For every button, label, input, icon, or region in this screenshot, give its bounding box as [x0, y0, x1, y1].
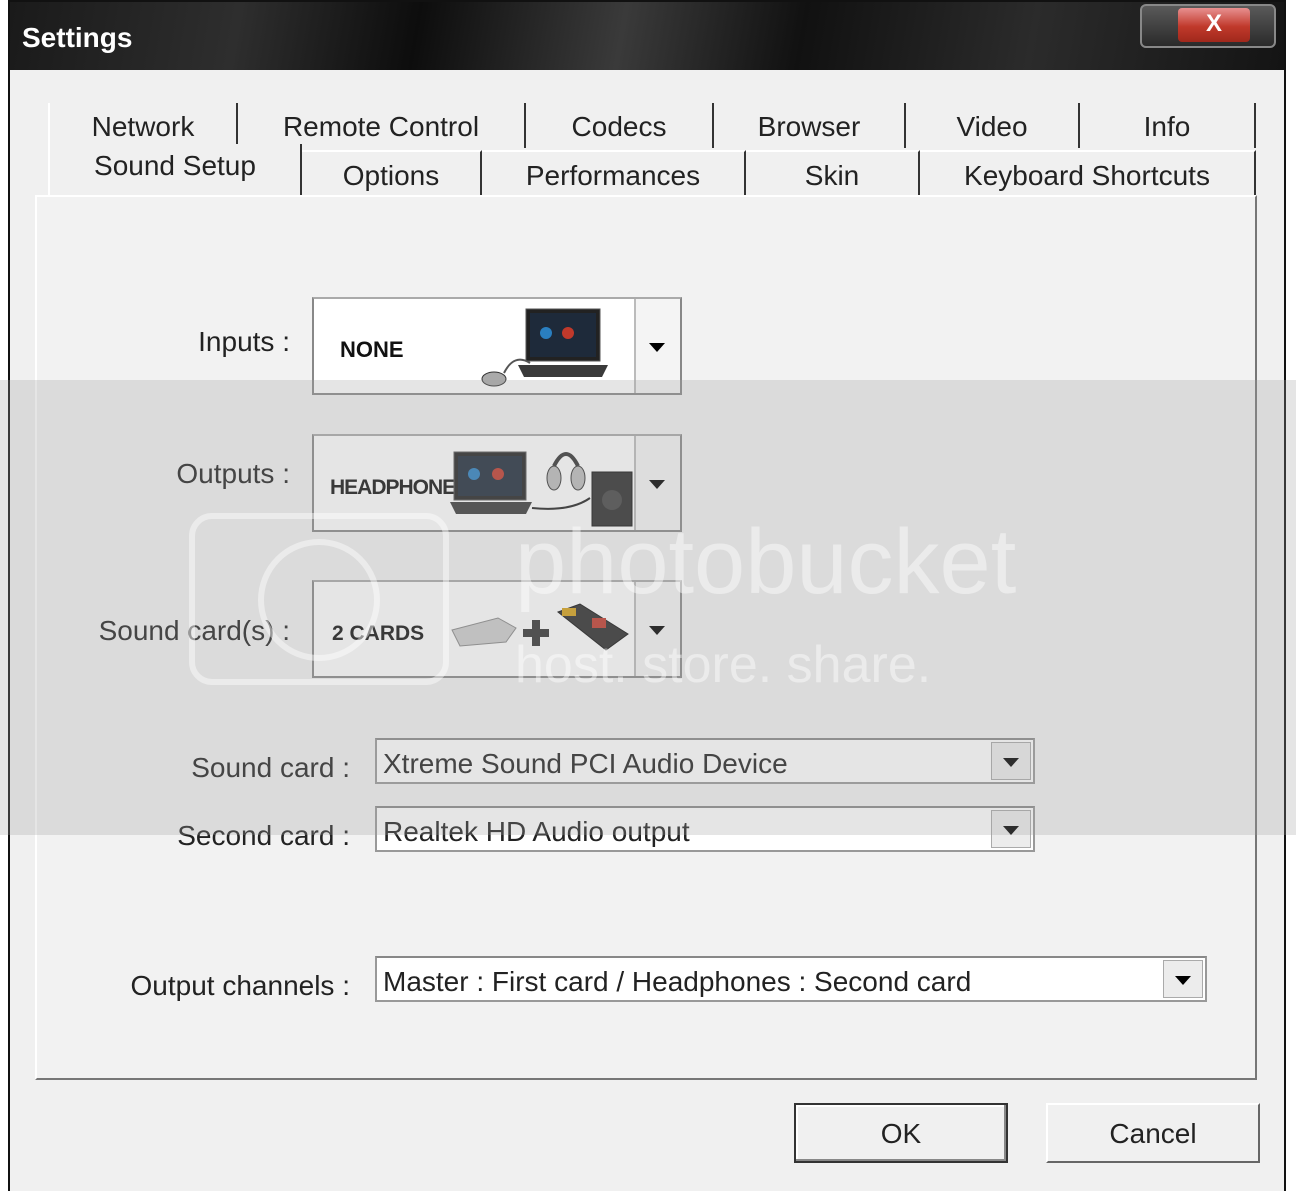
sound-card-label: Sound card :	[191, 752, 350, 783]
window-title: Settings	[22, 22, 133, 53]
tab-keyboard-shortcuts[interactable]: Keyboard Shortcuts	[920, 150, 1256, 195]
tab-info[interactable]: Info	[1080, 103, 1256, 148]
second-card-value: Realtek HD Audio output	[383, 816, 690, 847]
tab-label: Sound Setup	[94, 150, 256, 181]
output-channels-label: Output channels :	[130, 970, 350, 1001]
inputs-value: NONE	[340, 337, 404, 362]
tab-options[interactable]: Options	[302, 150, 482, 195]
sound-card-dropdown-button[interactable]	[991, 742, 1031, 780]
tab-performances[interactable]: Performances	[482, 150, 746, 195]
title-bar[interactable]: Settings X	[10, 2, 1284, 70]
chevron-down-icon	[1003, 826, 1019, 835]
tab-label: Info	[1143, 111, 1191, 142]
laptop-mouse-icon	[481, 308, 608, 387]
output-channels-value: Master : First card / Headphones : Secon…	[383, 966, 972, 997]
tab-label: Remote Control	[282, 111, 480, 142]
tab-network[interactable]: Network	[48, 103, 238, 148]
inputs-dropdown-button[interactable]	[634, 299, 680, 393]
tab-remote-control[interactable]: Remote Control	[238, 103, 526, 148]
second-card-dropdown-button[interactable]	[991, 810, 1031, 848]
laptop-headphones-speaker-icon	[450, 451, 633, 527]
chevron-down-icon	[1003, 758, 1019, 767]
output-channels-dropdown-button[interactable]	[1163, 960, 1203, 998]
second-card-select[interactable]: Realtek HD Audio output	[375, 806, 1035, 852]
tab-label: Performances	[525, 160, 701, 191]
tab-label: Keyboard Shortcuts	[964, 160, 1210, 191]
close-icon: X	[1178, 8, 1250, 42]
sound-card-value: Xtreme Sound PCI Audio Device	[383, 748, 788, 779]
tab-label: Network	[91, 111, 195, 142]
inputs-label: Inputs :	[198, 326, 290, 357]
second-card-label: Second card :	[177, 820, 350, 851]
sound-cards-value: 2 CARDS	[332, 622, 425, 645]
chevron-down-icon	[1175, 976, 1191, 985]
tab-sound-setup[interactable]: Sound Setup	[48, 144, 302, 198]
sound-cards-dropdown-button[interactable]	[634, 582, 680, 676]
output-channels-select[interactable]: Master : First card / Headphones : Secon…	[375, 956, 1207, 1002]
outputs-label: Outputs :	[176, 458, 290, 489]
soundcards-icon	[451, 603, 629, 651]
sound-cards-label: Sound card(s) :	[98, 615, 290, 646]
chevron-down-icon	[649, 480, 665, 489]
outputs-dropdown-button[interactable]	[634, 436, 680, 530]
chevron-down-icon	[649, 343, 665, 352]
tab-label: Codecs	[571, 111, 667, 142]
tab-video[interactable]: Video	[906, 103, 1080, 148]
tab-skin[interactable]: Skin	[746, 150, 920, 195]
ok-button[interactable]: OK	[794, 1103, 1008, 1163]
cancel-button[interactable]: Cancel	[1046, 1103, 1260, 1163]
chevron-down-icon	[649, 626, 665, 635]
close-button[interactable]: X	[1140, 4, 1276, 48]
sound-cards-dropdown[interactable]: 2 CARDS	[312, 580, 682, 678]
outputs-value: HEADPHONES	[330, 476, 469, 499]
tab-label: Options	[342, 160, 440, 191]
tab-label: Video	[956, 111, 1028, 142]
tab-codecs[interactable]: Codecs	[526, 103, 714, 148]
tab-label: Browser	[757, 111, 861, 142]
sound-card-select[interactable]: Xtreme Sound PCI Audio Device	[375, 738, 1035, 784]
inputs-dropdown[interactable]: NONE	[312, 297, 682, 395]
tab-label: Skin	[804, 160, 860, 191]
outputs-dropdown[interactable]: HEADPHONES	[312, 434, 682, 532]
tab-browser[interactable]: Browser	[714, 103, 906, 148]
